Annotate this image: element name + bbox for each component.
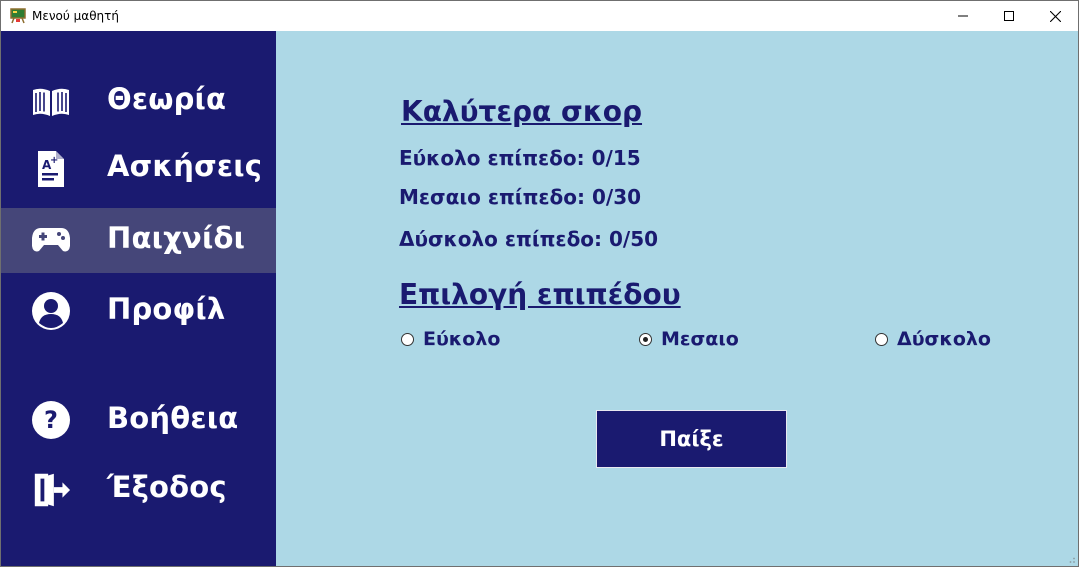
graded-document-icon: A + bbox=[31, 149, 71, 189]
sidebar-item-theory[interactable]: Θεωρία bbox=[1, 68, 276, 133]
minimize-icon bbox=[958, 15, 968, 17]
window-title: Μενού μαθητή bbox=[32, 9, 119, 23]
app-window: Μενού μαθητή Θεωρία A + Ασκήσεις Παιχνίδ… bbox=[0, 0, 1079, 567]
minimize-button[interactable] bbox=[940, 1, 986, 31]
main-panel: Καλύτερα σκορ Εύκολο επίπεδο: 0/15 Μεσαι… bbox=[276, 31, 1078, 566]
sidebar-item-label: Ασκήσεις bbox=[107, 149, 263, 183]
level-select-heading: Επιλογή επιπέδου bbox=[399, 278, 681, 311]
title-bar[interactable]: Μενού μαθητή bbox=[1, 1, 1078, 31]
maximize-icon bbox=[1004, 11, 1014, 21]
sidebar-item-label: Παιχνίδι bbox=[107, 221, 246, 255]
maximize-button[interactable] bbox=[986, 1, 1032, 31]
sidebar: Θεωρία A + Ασκήσεις Παιχνίδι Προφίλ ? Βο… bbox=[1, 31, 276, 566]
close-icon bbox=[1049, 10, 1061, 22]
book-open-icon bbox=[31, 82, 71, 122]
radio-indicator[interactable] bbox=[639, 332, 652, 346]
sidebar-item-label: Προφίλ bbox=[107, 292, 226, 326]
score-medium: Μεσαιο επίπεδο: 0/30 bbox=[399, 185, 642, 209]
svg-text:?: ? bbox=[44, 406, 58, 434]
resize-grip-icon[interactable] bbox=[1066, 554, 1076, 564]
radio-easy[interactable]: Εύκολο bbox=[401, 328, 500, 350]
sidebar-item-label: Έξοδος bbox=[107, 470, 227, 504]
play-button[interactable]: Παίξε bbox=[596, 410, 787, 468]
sidebar-item-game[interactable]: Παιχνίδι bbox=[1, 208, 276, 273]
radio-indicator[interactable] bbox=[875, 332, 888, 346]
radio-hard[interactable]: Δύσκολο bbox=[875, 328, 991, 350]
exit-door-icon bbox=[31, 470, 71, 510]
sidebar-item-label: Βοήθεια bbox=[107, 401, 239, 435]
gamepad-icon bbox=[31, 220, 71, 260]
app-icon bbox=[10, 8, 26, 24]
radio-indicator[interactable] bbox=[401, 332, 414, 346]
question-circle-icon: ? bbox=[31, 400, 71, 440]
sidebar-item-exit[interactable]: Έξοδος bbox=[1, 458, 276, 523]
sidebar-item-exercises[interactable]: A + Ασκήσεις bbox=[1, 137, 276, 202]
score-hard: Δύσκολο επίπεδο: 0/50 bbox=[399, 227, 659, 251]
svg-text:+: + bbox=[50, 155, 58, 166]
sidebar-item-profile[interactable]: Προφίλ bbox=[1, 279, 276, 344]
best-scores-heading: Καλύτερα σκορ bbox=[401, 95, 643, 128]
radio-label: Μεσαιο bbox=[661, 328, 739, 350]
close-button[interactable] bbox=[1032, 1, 1078, 31]
sidebar-item-label: Θεωρία bbox=[107, 82, 227, 116]
sidebar-item-help[interactable]: ? Βοήθεια bbox=[1, 388, 276, 453]
radio-label: Δύσκολο bbox=[897, 328, 991, 350]
user-circle-icon bbox=[31, 291, 71, 331]
radio-label: Εύκολο bbox=[423, 328, 501, 350]
radio-medium[interactable]: Μεσαιο bbox=[639, 328, 739, 350]
score-easy: Εύκολο επίπεδο: 0/15 bbox=[399, 146, 641, 170]
